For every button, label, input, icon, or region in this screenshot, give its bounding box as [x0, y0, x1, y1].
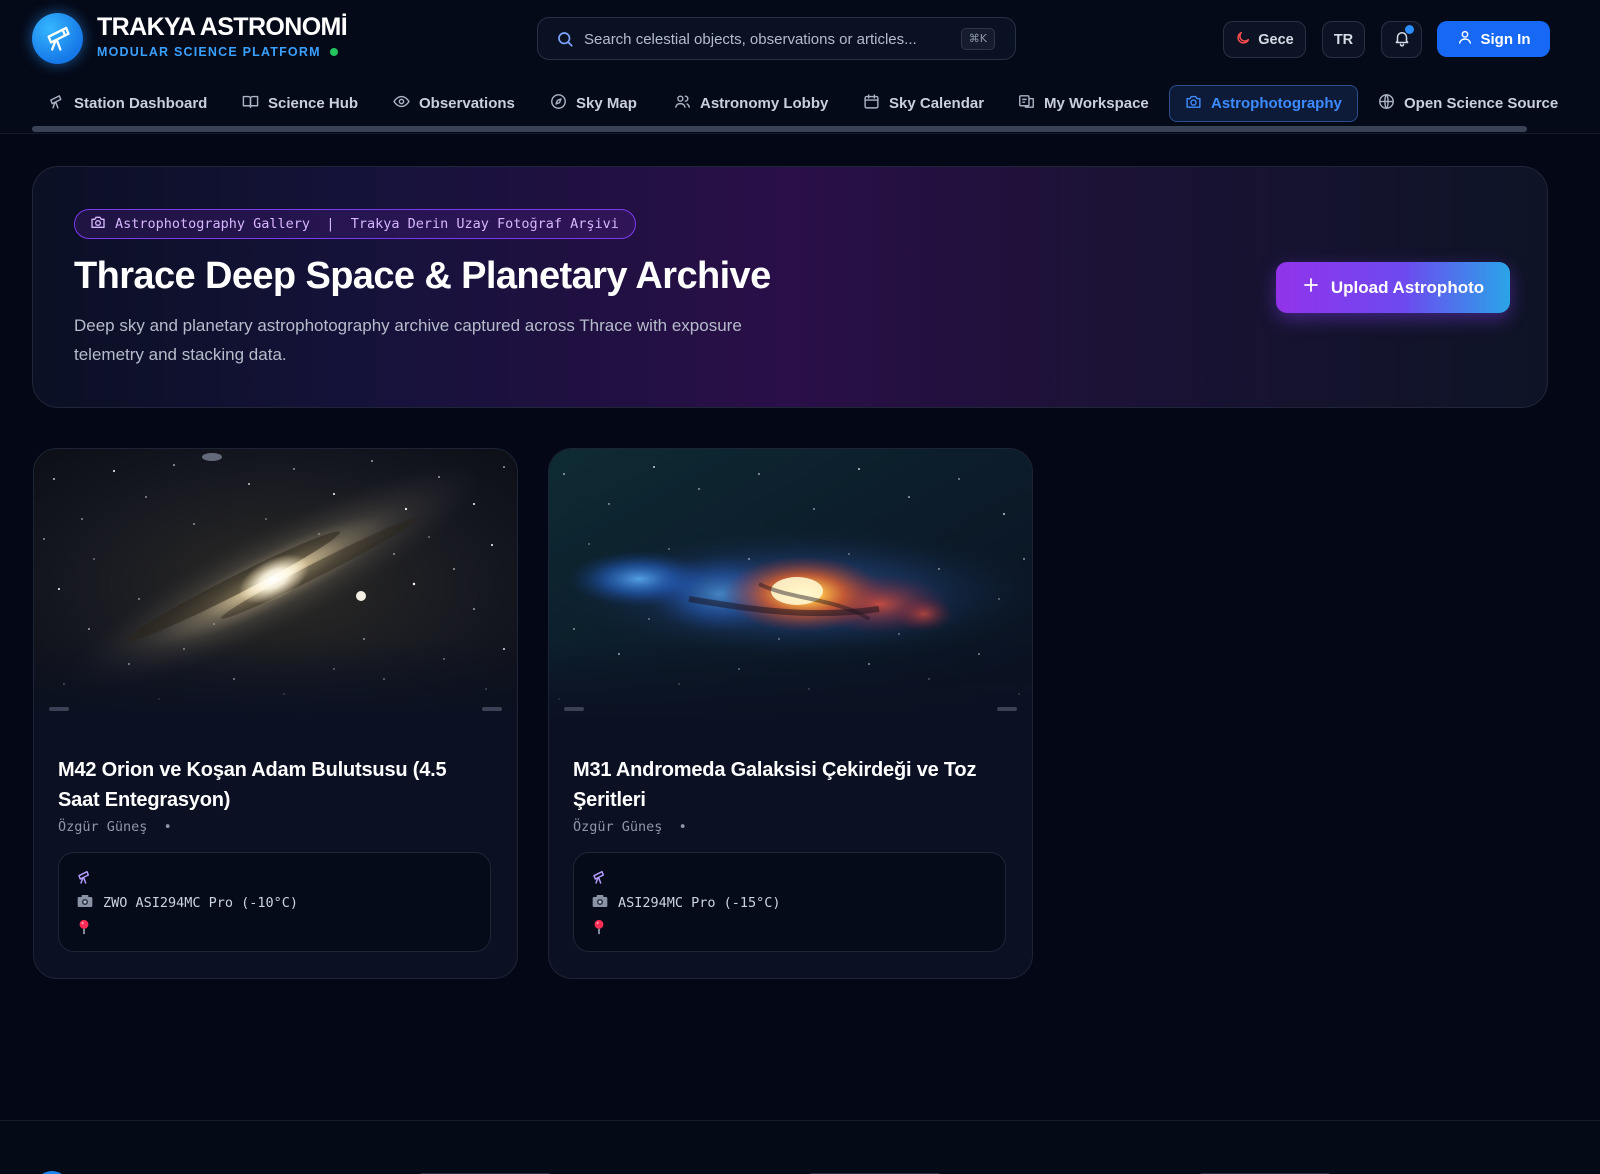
nav-label: Observations	[419, 95, 515, 112]
theme-toggle-label: Gece	[1258, 31, 1294, 48]
globe-icon	[1378, 93, 1395, 114]
image-fade	[34, 639, 517, 719]
language-label: TR	[1333, 31, 1354, 48]
location-pin-icon	[77, 919, 91, 939]
nav-label: Science Hub	[268, 95, 359, 112]
nav-item-astrophotography[interactable]: Astrophotography	[1169, 85, 1358, 122]
nav-label: Sky Calendar	[889, 95, 985, 112]
nav-label: Astrophotography	[1211, 95, 1342, 112]
users-icon	[674, 93, 691, 114]
main-navigation: Station Dashboard Science Hub Observatio…	[0, 80, 1600, 134]
card-author: Özgür Güneş •	[573, 819, 687, 835]
gallery-tag-text: Astrophotography Gallery | Trakya Derin …	[115, 216, 619, 232]
sign-in-button[interactable]: Sign In	[1437, 21, 1550, 57]
telescope-icon	[48, 93, 65, 114]
location-row	[592, 919, 606, 939]
eye-icon	[393, 93, 410, 114]
astrophoto-card[interactable]: M31 Andromeda Galaksisi Çekirdeği ve Toz…	[548, 448, 1033, 979]
telescope-icon	[77, 869, 93, 889]
calendar-icon	[863, 93, 880, 114]
location-row	[77, 919, 91, 939]
footer	[0, 1120, 1600, 1174]
search-input[interactable]	[584, 26, 964, 52]
carousel-prev-indicator[interactable]	[564, 707, 584, 711]
camera-icon	[1185, 93, 1202, 114]
telemetry-box: ASI294MC Pro (-15°C)	[573, 852, 1006, 952]
camera-icon	[592, 894, 608, 912]
nav-item-open-science-source[interactable]: Open Science Source	[1378, 85, 1558, 122]
notifications-button[interactable]	[1381, 21, 1422, 58]
gallery-tag: Astrophotography Gallery | Trakya Derin …	[74, 209, 636, 239]
search-shortcut-badge: ⌘K	[960, 28, 995, 50]
nav-item-sky-map[interactable]: Sky Map	[550, 85, 637, 122]
notification-badge	[1405, 25, 1414, 34]
carousel-next-indicator[interactable]	[997, 707, 1017, 711]
milky-way-photo[interactable]	[549, 449, 1032, 719]
telescope-icon	[592, 869, 608, 889]
nav-label: Station Dashboard	[74, 95, 208, 112]
upload-label: Upload Astrophoto	[1330, 277, 1485, 297]
galaxy-photo[interactable]	[34, 449, 517, 719]
camera-row: ASI294MC Pro (-15°C)	[592, 894, 781, 912]
search-icon	[556, 30, 574, 53]
compass-icon	[550, 93, 567, 114]
camera-model: ASI294MC Pro (-15°C)	[618, 895, 781, 911]
moon-icon	[1235, 30, 1251, 50]
card-title[interactable]: M42 Orion ve Koşan Adam Bulutsusu (4.5 S…	[58, 755, 488, 815]
carousel-next-indicator[interactable]	[482, 707, 502, 711]
camera-icon	[90, 214, 106, 234]
page-description: Deep sky and planetary astrophotography …	[74, 316, 742, 364]
telescope-row	[77, 869, 93, 889]
page-title: Thrace Deep Space & Planetary Archive	[74, 255, 771, 297]
search-bar[interactable]: ⌘K	[537, 17, 1016, 60]
plus-icon	[1302, 276, 1320, 299]
user-icon	[1457, 29, 1473, 49]
image-fade	[549, 639, 1032, 719]
top-bar: TRAKYA ASTRONOMİ MODULAR SCIENCE PLATFOR…	[0, 0, 1600, 80]
camera-model: ZWO ASI294MC Pro (-10°C)	[103, 895, 299, 911]
nav-label: Open Science Source	[1404, 95, 1559, 112]
camera-row: ZWO ASI294MC Pro (-10°C)	[77, 894, 298, 912]
nav-item-science-hub[interactable]: Science Hub	[242, 85, 358, 122]
upload-astrophoto-button[interactable]: Upload Astrophoto	[1276, 262, 1510, 313]
nav-item-astronomy-lobby[interactable]: Astronomy Lobby	[674, 85, 828, 122]
telescope-row	[592, 869, 608, 889]
nav-item-sky-calendar[interactable]: Sky Calendar	[863, 85, 984, 122]
language-button[interactable]: TR	[1322, 21, 1365, 58]
nav-label: Sky Map	[576, 95, 637, 112]
nav-item-observations[interactable]: Observations	[393, 85, 515, 122]
workspace-icon	[1018, 93, 1035, 114]
telescope-logo-icon[interactable]	[32, 13, 83, 64]
nav-item-station-dashboard[interactable]: Station Dashboard	[48, 85, 207, 122]
online-status-dot	[329, 48, 338, 56]
theme-toggle-button[interactable]: Gece	[1223, 21, 1306, 58]
nav-label: My Workspace	[1044, 95, 1149, 112]
nav-label: Astronomy Lobby	[700, 95, 829, 112]
card-title[interactable]: M31 Andromeda Galaksisi Çekirdeği ve Toz…	[573, 755, 1003, 815]
hero-banner: Astrophotography Gallery | Trakya Derin …	[32, 166, 1548, 408]
nav-item-my-workspace[interactable]: My Workspace	[1018, 85, 1149, 122]
nav-scrollbar[interactable]	[32, 126, 1527, 132]
astrophoto-card[interactable]: M42 Orion ve Koşan Adam Bulutsusu (4.5 S…	[33, 448, 518, 979]
card-author: Özgür Güneş •	[58, 819, 172, 835]
sign-in-label: Sign In	[1480, 30, 1531, 48]
camera-icon	[77, 894, 93, 912]
carousel-prev-indicator[interactable]	[49, 707, 69, 711]
book-open-icon	[242, 93, 259, 114]
location-pin-icon	[592, 919, 606, 939]
brand-title[interactable]: TRAKYA ASTRONOMİ	[97, 13, 348, 42]
brand-subtitle-text: MODULAR SCIENCE PLATFORM	[97, 45, 321, 59]
telemetry-box: ZWO ASI294MC Pro (-10°C)	[58, 852, 491, 952]
brand-subtitle: MODULAR SCIENCE PLATFORM	[97, 45, 338, 59]
